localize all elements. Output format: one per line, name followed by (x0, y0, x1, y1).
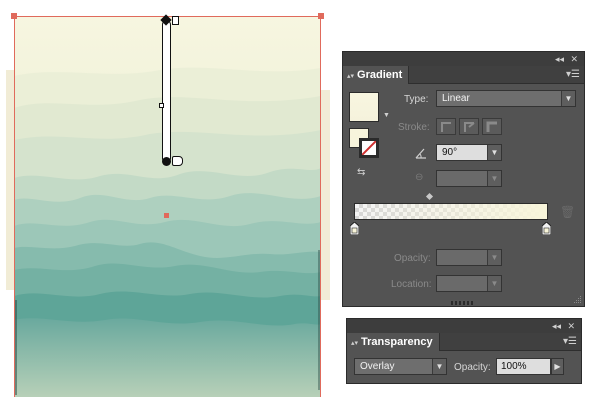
midpoint-diamond-icon[interactable] (425, 192, 434, 201)
reverse-gradient-icon[interactable]: ⇆ (357, 167, 365, 178)
selection-handle-top-left[interactable] (11, 13, 17, 19)
opacity-slider-toggle[interactable]: ▶ (551, 358, 564, 375)
stroke-swatch[interactable] (359, 138, 379, 158)
type-label: Type: (404, 94, 429, 105)
gradient-panel: ◂◂ ✕ ▴▾ Gradient ▾☰ ▼ ⇆ Type: Linear ▼ St… (342, 51, 585, 307)
gradient-panel-titlebar[interactable]: ◂◂ ✕ (343, 52, 584, 66)
stroke-across-button[interactable] (482, 118, 502, 135)
gradient-annotator-bar[interactable] (162, 20, 171, 163)
stroke-within-button[interactable] (436, 118, 456, 135)
transparency-panel: ◂◂ ✕ ▴▾ Transparency ▾☰ Overlay ▼ Opacity… (346, 318, 582, 384)
panel-resize-grip-icon[interactable] (574, 296, 582, 304)
angle-value: 90° (442, 147, 458, 158)
tab-expand-icon[interactable]: ▴▾ (347, 73, 354, 80)
gradient-stop-right[interactable] (542, 222, 551, 235)
transparency-panel-titlebar[interactable]: ◂◂ ✕ (347, 319, 581, 333)
chevron-down-icon: ▼ (487, 250, 501, 265)
tab-gradient-label: Gradient (357, 69, 403, 81)
double-chevron-icon[interactable]: ◂◂ (555, 53, 564, 65)
chevron-down-icon: ▼ (487, 276, 501, 291)
stroke-label: Stroke: (398, 122, 430, 133)
panel-menu-icon[interactable]: ▾☰ (566, 69, 580, 81)
transparency-opacity-label: Opacity: (454, 362, 491, 373)
blend-mode-value: Overlay (360, 361, 395, 372)
chevron-down-icon: ▼ (487, 171, 501, 186)
tab-gradient[interactable]: ▴▾ Gradient (343, 66, 410, 84)
gradient-type-value: Linear (442, 93, 470, 104)
artboard-area (0, 0, 340, 397)
stop-opacity-label: Opacity: (394, 253, 431, 264)
fill-stroke-indicator[interactable] (349, 128, 381, 160)
close-icon[interactable]: ✕ (570, 53, 578, 65)
aspect-ratio-field[interactable]: ▼ (436, 170, 502, 187)
double-chevron-icon[interactable]: ◂◂ (552, 320, 561, 332)
angle-icon (415, 147, 427, 159)
blend-mode-select[interactable]: Overlay ▼ (354, 358, 447, 375)
selection-handle-top-right[interactable] (318, 13, 324, 19)
gradient-preview-swatch[interactable] (349, 92, 379, 122)
chevron-down-icon[interactable]: ▼ (487, 145, 501, 160)
gradient-slider[interactable] (354, 203, 548, 220)
delete-stop-icon[interactable]: 🗑 (560, 205, 575, 219)
gradient-annotator-stop-bottom[interactable] (172, 156, 183, 166)
transparency-opacity-input[interactable]: 100% (496, 358, 551, 375)
gradient-annotator-midpoint[interactable] (159, 103, 164, 108)
swatch-dropdown-arrow-icon[interactable]: ▼ (383, 112, 390, 119)
tab-expand-icon[interactable]: ▴▾ (351, 340, 358, 347)
stroke-along-button[interactable] (459, 118, 479, 135)
stop-opacity-field[interactable]: ▼ (436, 249, 502, 266)
chevron-down-icon: ▼ (561, 91, 575, 106)
aspect-ratio-icon: ⊖ (415, 172, 424, 183)
chevron-right-icon: ▶ (554, 362, 561, 371)
stop-location-label: Location: (391, 279, 432, 290)
panel-menu-icon[interactable]: ▾☰ (563, 336, 577, 348)
gradient-type-select[interactable]: Linear ▼ (436, 90, 576, 107)
transparency-opacity-value: 100% (501, 361, 527, 372)
tab-transparency[interactable]: ▴▾ Transparency (347, 333, 440, 351)
gradient-annotator-stop-top[interactable] (172, 16, 179, 25)
selection-center-point (164, 213, 169, 218)
panel-bottom-grip[interactable] (451, 300, 475, 306)
close-icon[interactable]: ✕ (567, 320, 575, 332)
angle-field[interactable]: 90° ▼ (436, 144, 502, 161)
stop-location-field[interactable]: ▼ (436, 275, 502, 292)
gradient-stop-left[interactable] (350, 222, 359, 235)
gradient-annotator-end-handle[interactable] (162, 157, 171, 166)
chevron-down-icon: ▼ (432, 359, 446, 374)
tab-transparency-label: Transparency (361, 336, 433, 348)
